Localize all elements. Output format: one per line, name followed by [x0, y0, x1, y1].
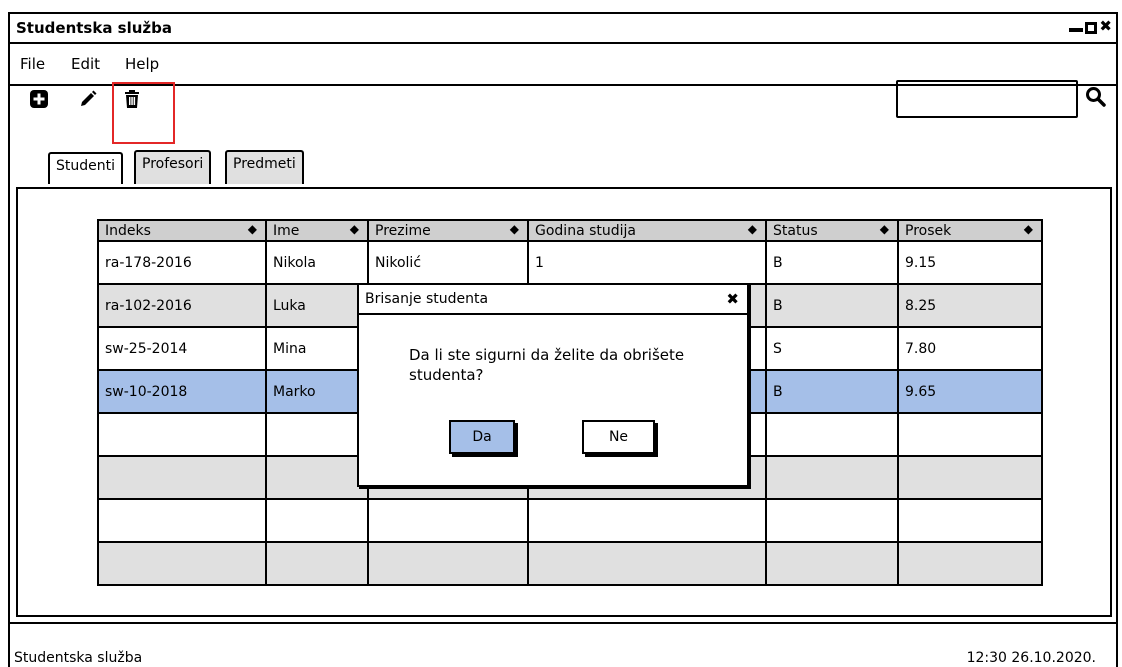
- minimize-icon[interactable]: [1069, 28, 1084, 32]
- column-header-godina-studija[interactable]: Godina studija ◆: [527, 219, 767, 242]
- sort-icon: ◆: [879, 222, 889, 236]
- search-icon[interactable]: [1085, 86, 1107, 112]
- cell-ime: Luka: [265, 283, 369, 328]
- cell-ime: Mina: [265, 326, 369, 371]
- cell-ime: Marko: [265, 369, 369, 414]
- tab-label: Studenti: [56, 158, 116, 174]
- maximize-icon[interactable]: [1085, 22, 1098, 34]
- plus-square-icon[interactable]: [30, 90, 48, 112]
- no-button[interactable]: Ne: [582, 420, 655, 454]
- column-header-indeks[interactable]: Indeks ◆: [97, 219, 267, 242]
- cell-status: B: [765, 240, 899, 285]
- header-label: Status: [773, 222, 818, 239]
- close-icon[interactable]: ✖: [1099, 18, 1112, 34]
- cell-status: B: [765, 283, 899, 328]
- menu-file[interactable]: File: [20, 55, 45, 73]
- column-header-ime[interactable]: Ime ◆: [265, 219, 369, 242]
- column-header-prezime[interactable]: Prezime ◆: [367, 219, 529, 242]
- cell-status: B: [765, 369, 899, 414]
- dialog-message: Da li ste sigurni da želite da obrišete …: [409, 346, 685, 384]
- cell-prosek: 9.65: [897, 369, 1043, 414]
- table-row[interactable]: ra-178-2016 Nikola Nikolić 1 B 9.15: [97, 240, 1043, 285]
- yes-button[interactable]: Da: [449, 420, 515, 454]
- status-app-name: Studentska služba: [14, 650, 143, 666]
- cell-status: S: [765, 326, 899, 371]
- sort-icon: ◆: [509, 222, 519, 236]
- cell-godina: 1: [527, 240, 767, 285]
- status-bar: Studentska služba 12:30 26.10.2020.: [8, 622, 1118, 667]
- dialog-close-icon[interactable]: ✖: [726, 290, 739, 308]
- tab-label: Predmeti: [233, 156, 296, 172]
- cell-indeks: ra-178-2016: [97, 240, 267, 285]
- table-row-empty[interactable]: [97, 498, 1043, 543]
- pencil-icon[interactable]: [79, 90, 97, 112]
- sort-icon: ◆: [747, 222, 757, 236]
- table-row-empty[interactable]: [97, 541, 1043, 586]
- window-title: Studentska služba: [16, 19, 172, 37]
- cell-ime: Nikola: [265, 240, 369, 285]
- menu-help[interactable]: Help: [125, 55, 159, 73]
- cell-indeks: sw-25-2014: [97, 326, 267, 371]
- column-header-prosek[interactable]: Prosek ◆: [897, 219, 1043, 242]
- sort-icon: ◆: [247, 222, 257, 236]
- tab-studenti[interactable]: Studenti: [48, 152, 124, 184]
- sort-icon: ◆: [349, 222, 359, 236]
- header-label: Indeks: [105, 222, 151, 239]
- dialog-title-bar: Brisanje studenta ✖: [359, 285, 747, 315]
- tab-label: Profesori: [142, 156, 204, 172]
- cell-prosek: 7.80: [897, 326, 1043, 371]
- header-label: Ime: [273, 222, 300, 239]
- header-label: Prezime: [375, 222, 431, 239]
- sort-icon: ◆: [1023, 222, 1033, 236]
- selection-highlight: [112, 82, 175, 144]
- header-label: Prosek: [905, 222, 952, 239]
- column-header-status[interactable]: Status ◆: [765, 219, 899, 242]
- dialog-title: Brisanje studenta: [365, 291, 489, 307]
- cell-indeks: sw-10-2018: [97, 369, 267, 414]
- tab-predmeti[interactable]: Predmeti: [225, 150, 304, 184]
- header-label: Godina studija: [535, 222, 636, 239]
- cell-prosek: 9.15: [897, 240, 1043, 285]
- status-datetime: 12:30 26.10.2020.: [966, 650, 1096, 666]
- cell-indeks: ra-102-2016: [97, 283, 267, 328]
- delete-student-dialog: Brisanje studenta ✖ Da li ste sigurni da…: [357, 283, 749, 487]
- search-input[interactable]: [896, 80, 1078, 118]
- cell-prezime: Nikolić: [367, 240, 529, 285]
- menu-edit[interactable]: Edit: [71, 55, 100, 73]
- window-controls: ✖: [1069, 18, 1112, 34]
- tab-profesori[interactable]: Profesori: [134, 150, 212, 184]
- title-bar: Studentska služba ✖: [10, 14, 1116, 44]
- cell-prosek: 8.25: [897, 283, 1043, 328]
